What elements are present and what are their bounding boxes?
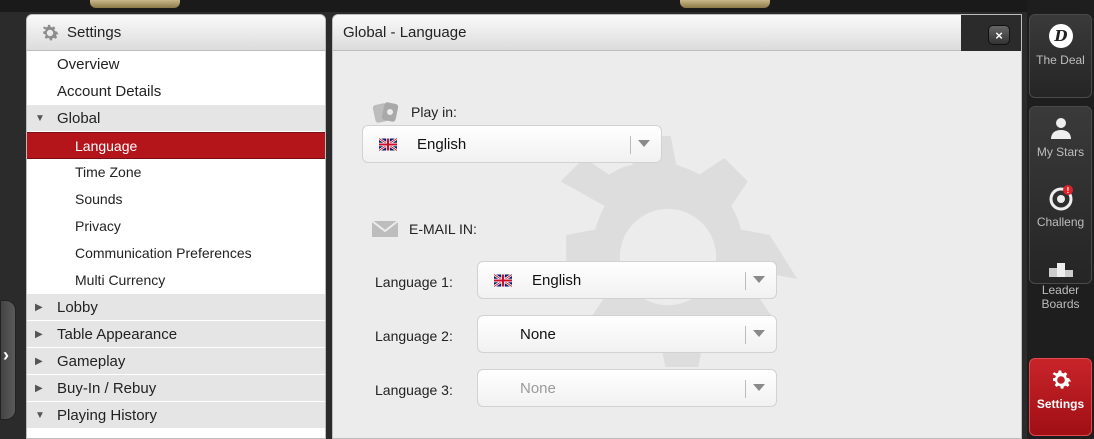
language-settings-panel: Global - Language Play in: English E-MAI…: [332, 14, 1022, 439]
close-button[interactable]: ×: [988, 25, 1010, 45]
language-3-label: Language 3:: [375, 382, 453, 398]
settings-tree: Overview Account Details ▼ Global Language Ti…: [27, 51, 325, 429]
chevron-down-icon: [753, 384, 765, 391]
language-1-value: English: [532, 271, 582, 289]
settings-item-table-appearance[interactable]: ▶ Table Appearance: [27, 321, 325, 348]
settings-item-time-zone[interactable]: Time Zone: [27, 159, 325, 186]
top-tab-right: [680, 0, 770, 8]
play-in-value: English: [417, 135, 467, 153]
chevron-right-icon: ▶: [35, 383, 43, 394]
settings-item-multi-currency[interactable]: Multi Currency: [27, 267, 325, 294]
language-2-select[interactable]: None: [477, 315, 777, 353]
chevron-right-icon: ▶: [35, 329, 43, 340]
settings-item-label: Buy-In / Rebuy: [57, 380, 157, 397]
select-divider: [745, 380, 746, 398]
chevron-down-icon: ▼: [35, 113, 45, 124]
settings-item-label: Playing History: [57, 407, 158, 424]
chevron-right-icon: ▶: [35, 356, 43, 367]
settings-item-label: Global: [57, 110, 101, 127]
settings-item-label: Language: [75, 138, 138, 154]
rail-leader-boards[interactable]: Leader Boards: [1030, 253, 1091, 311]
settings-item-label: Sounds: [75, 191, 123, 207]
language-1-label: Language 1:: [375, 274, 453, 290]
settings-item-sounds[interactable]: Sounds: [27, 186, 325, 213]
select-divider: [745, 326, 746, 344]
settings-item-playing-history[interactable]: ▼ Playing History: [27, 402, 325, 429]
settings-nav-panel: Settings Overview Account Details ▼ Global L…: [26, 14, 326, 439]
person-icon: [1050, 118, 1071, 139]
rail-challenges[interactable]: ! Challeng: [1030, 185, 1091, 245]
podium-icon: [1048, 263, 1073, 277]
settings-item-label: Time Zone: [75, 164, 142, 180]
settings-item-lobby[interactable]: ▶ Lobby: [27, 294, 325, 321]
settings-item-account-details[interactable]: Account Details: [27, 78, 325, 105]
cards-icon: [372, 102, 399, 123]
language-1-select[interactable]: English: [477, 261, 777, 299]
gear-icon: [42, 24, 59, 40]
svg-text:!: !: [1066, 186, 1069, 195]
settings-nav-header: Settings: [27, 15, 325, 51]
sidebar-collapse-handle[interactable]: ›: [0, 300, 16, 420]
settings-title: Settings: [67, 24, 122, 41]
email-in-label: E-MAIL IN:: [409, 221, 477, 237]
chevron-right-icon: ▶: [35, 302, 43, 313]
rail-the-deal[interactable]: D The Deal: [1029, 14, 1092, 98]
language-2-label: Language 2:: [375, 328, 453, 344]
play-in-label: Play in:: [411, 104, 457, 120]
chevron-down-icon: [753, 276, 765, 283]
language-3-select[interactable]: None: [477, 369, 777, 407]
rail-label: Settings: [1036, 397, 1085, 411]
email-in-heading: E-MAIL IN:: [371, 220, 477, 238]
settings-item-global[interactable]: ▼ Global: [27, 105, 325, 132]
settings-item-communication-preferences[interactable]: Communication Preferences: [27, 240, 325, 267]
chevron-down-icon: [638, 140, 650, 147]
settings-item-label: Overview: [57, 56, 120, 73]
top-strip: [0, 0, 1094, 12]
language-settings-content: Play in: English E-MAIL IN: Language 1:: [333, 52, 1021, 438]
language-settings-header: Global - Language: [333, 15, 1021, 51]
target-icon: !: [1049, 185, 1073, 211]
settings-item-label: Gameplay: [57, 353, 126, 370]
rail-label: My Stars: [1036, 145, 1085, 159]
settings-item-label: Account Details: [57, 83, 162, 100]
settings-item-label: Lobby: [57, 299, 98, 316]
chevron-right-icon: ›: [3, 345, 9, 365]
deal-logo-icon: D: [1048, 24, 1073, 48]
envelope-icon: [371, 220, 399, 237]
chevron-down-icon: ▼: [35, 410, 45, 421]
settings-item-gameplay[interactable]: ▶ Gameplay: [27, 348, 325, 375]
gear-icon: [1052, 370, 1071, 389]
settings-item-language[interactable]: Language: [27, 132, 325, 159]
language-3-value: None: [520, 379, 556, 397]
language-2-value: None: [520, 325, 556, 343]
settings-item-buy-in-rebuy[interactable]: ▶ Buy-In / Rebuy: [27, 375, 325, 402]
right-rail: D The Deal My Stars ! Challeng Leader Bo…: [1027, 0, 1094, 439]
settings-item-label: Privacy: [75, 218, 121, 234]
top-tab-left: [90, 0, 180, 8]
uk-flag-icon: [494, 273, 512, 287]
chevron-down-icon: [753, 330, 765, 337]
settings-item-overview[interactable]: Overview: [27, 51, 325, 78]
page-title: Global - Language: [343, 24, 467, 41]
settings-item-label: Communication Preferences: [75, 245, 252, 261]
play-in-heading: Play in:: [371, 100, 457, 124]
rail-group-stars-challenges-leaderboards: My Stars ! Challeng Leader Boards: [1029, 106, 1092, 311]
rail-label: Leader Boards: [1041, 283, 1080, 311]
settings-item-privacy[interactable]: Privacy: [27, 213, 325, 240]
play-in-language-select[interactable]: English: [362, 125, 662, 163]
rail-my-stars[interactable]: My Stars: [1030, 115, 1091, 177]
settings-item-label: Multi Currency: [75, 272, 166, 288]
rail-settings[interactable]: Settings: [1029, 358, 1092, 436]
select-divider: [630, 136, 631, 154]
rail-label: The Deal: [1036, 53, 1085, 67]
uk-flag-icon: [379, 137, 397, 151]
svg-text:D: D: [1053, 27, 1067, 45]
select-divider: [745, 272, 746, 290]
rail-label: Challeng: [1036, 215, 1085, 229]
settings-item-label: Table Appearance: [57, 326, 178, 343]
